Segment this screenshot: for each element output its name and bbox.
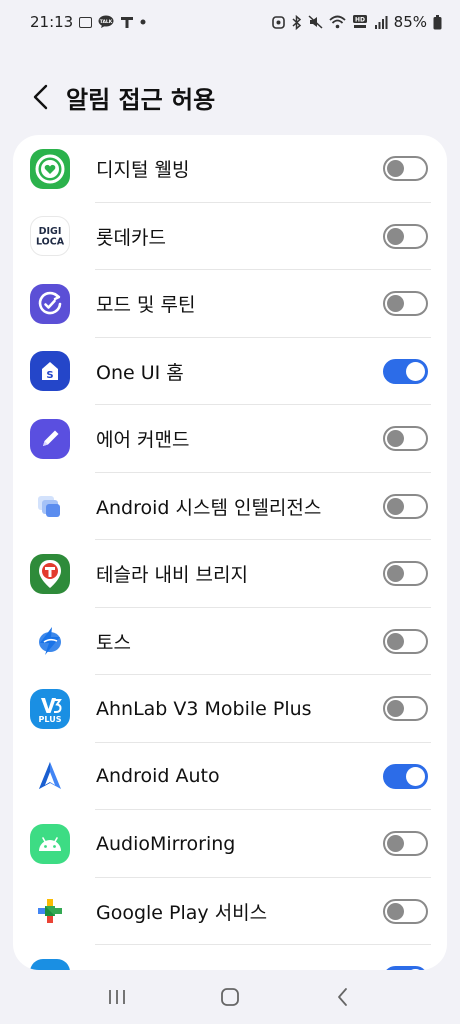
hd-badge: HD — [355, 17, 365, 24]
notification-access-toggle[interactable] — [383, 561, 428, 587]
air-command-icon — [30, 418, 70, 459]
app-row-google-play-services[interactable]: Google Play 서비스 — [13, 878, 447, 945]
app-row-partial[interactable] — [13, 945, 447, 970]
notification-access-list: 디지털 웰빙 DIGI LOCA 롯데카드 모드 및 루틴 S One UI 홈… — [13, 135, 447, 970]
app-row-tesla-navi-bridge[interactable]: 테슬라 내비 브리지 — [13, 540, 447, 608]
notification-access-toggle[interactable] — [383, 628, 428, 654]
app-label: AhnLab V3 Mobile Plus — [96, 697, 312, 720]
toss-icon — [30, 621, 70, 662]
notification-access-toggle[interactable] — [383, 223, 428, 249]
app-label: One UI 홈 — [96, 361, 184, 384]
app-row-modes-routines[interactable]: 모드 및 루틴 — [13, 270, 447, 338]
recents-icon — [108, 990, 125, 1004]
back-button[interactable] — [18, 74, 64, 120]
notification-access-toggle[interactable] — [383, 898, 428, 924]
app-label: 디지털 웰빙 — [96, 159, 190, 182]
app-row-android-auto[interactable]: Android Auto — [13, 743, 447, 810]
app-row-one-ui-home[interactable]: S One UI 홈 — [13, 338, 447, 405]
digiloca-text-bottom: LOCA — [36, 237, 65, 248]
recents-button[interactable] — [87, 975, 147, 1019]
app-label: 롯데카드 — [96, 226, 166, 249]
page-title: 알림 접근 허용 — [66, 85, 216, 114]
signal-icon — [374, 15, 388, 29]
google-play-services-icon — [30, 891, 70, 932]
chevron-left-icon — [33, 84, 48, 110]
app-label: Android 시스템 인텔리전스 — [96, 496, 322, 519]
home-button[interactable] — [200, 975, 260, 1019]
wifi-icon — [329, 15, 346, 29]
app-row-digital-wellbeing[interactable]: 디지털 웰빙 — [13, 135, 447, 203]
app-label: AudioMirroring — [96, 832, 236, 855]
app-label: Android Auto — [96, 765, 220, 788]
back-icon — [338, 988, 348, 1006]
tmap-icon — [30, 553, 70, 594]
app-row-toss[interactable]: 토스 — [13, 608, 447, 675]
notification-access-toggle[interactable] — [383, 493, 428, 519]
app-header: 알림 접근 허용 — [0, 72, 460, 122]
status-time: 21:13 — [30, 13, 74, 31]
kakaotalk-notification-icon: TALK — [98, 15, 114, 29]
v3-icon: PLUS — [30, 688, 70, 729]
app-row-ahnlab-v3[interactable]: PLUS AhnLab V3 Mobile Plus — [13, 675, 447, 743]
app-label: 토스 — [96, 631, 131, 654]
app-row-lotte-card[interactable]: DIGI LOCA 롯데카드 — [13, 203, 447, 270]
app-label: Google Play 서비스 — [96, 901, 268, 924]
notification-access-toggle[interactable] — [383, 358, 428, 384]
android-robot-icon — [30, 823, 70, 864]
app-label: 모드 및 루틴 — [96, 294, 196, 317]
app-row-air-command[interactable]: 에어 커맨드 — [13, 405, 447, 473]
alarm-app-icon — [271, 15, 285, 29]
app-label: 테슬라 내비 브리지 — [96, 564, 248, 587]
v3-plus-text: PLUS — [39, 715, 62, 724]
gallery-notification-icon — [79, 16, 93, 28]
back-nav-button[interactable] — [313, 975, 373, 1019]
bluetooth-icon — [291, 14, 302, 30]
system-intelligence-icon — [30, 486, 70, 527]
home-icon — [221, 988, 239, 1006]
notification-access-toggle[interactable] — [383, 426, 428, 452]
one-ui-home-icon: S — [30, 351, 70, 392]
battery-icon — [433, 14, 442, 30]
digital-wellbeing-icon — [30, 148, 70, 189]
notification-access-toggle[interactable] — [383, 291, 428, 317]
partial-app-icon — [30, 958, 70, 970]
mute-icon — [308, 15, 323, 29]
hd-voice-icon: HD — [352, 14, 368, 30]
app-row-system-intelligence[interactable]: Android 시스템 인텔리전스 — [13, 473, 447, 540]
status-left: 21:13 TALK — [30, 13, 146, 31]
talk-badge: TALK — [100, 19, 113, 25]
android-auto-icon — [30, 756, 70, 797]
digiloca-icon: DIGI LOCA — [30, 216, 70, 257]
notification-access-toggle[interactable] — [383, 156, 428, 182]
notification-access-toggle[interactable] — [383, 831, 428, 857]
modes-routines-icon — [30, 283, 70, 324]
status-bar: 21:13 TALK HD 85% — [0, 0, 460, 44]
navigation-bar — [0, 970, 460, 1024]
more-notifications-dot-icon — [140, 19, 146, 25]
notification-access-toggle[interactable] — [383, 763, 428, 789]
battery-percent: 85% — [393, 13, 427, 31]
t-app-notification-icon — [120, 15, 134, 29]
digiloca-text-top: DIGI — [39, 226, 62, 237]
app-row-audio-mirroring[interactable]: AudioMirroring — [13, 810, 447, 878]
status-right: HD 85% — [271, 13, 442, 31]
svg-text:S: S — [46, 370, 53, 381]
notification-access-toggle[interactable] — [383, 696, 428, 722]
app-label: 에어 커맨드 — [96, 429, 190, 452]
